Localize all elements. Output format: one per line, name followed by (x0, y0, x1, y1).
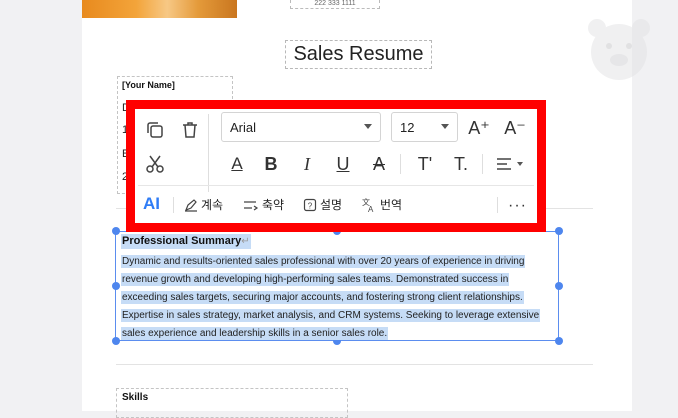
profile-photo[interactable] (82, 0, 237, 18)
svg-text:?: ? (308, 201, 313, 210)
resize-handle-right[interactable] (555, 282, 563, 290)
chevron-down-icon (364, 124, 372, 129)
cut-button[interactable] (143, 152, 167, 176)
font-family-select[interactable]: Arial (221, 112, 381, 142)
shorten-icon (244, 200, 259, 210)
mascot-watermark-icon (588, 19, 650, 80)
summary-heading[interactable]: Professional Summary↵ (121, 234, 251, 249)
toolbar-divider (482, 154, 483, 174)
toolbar-divider (497, 197, 498, 213)
copy-button[interactable] (143, 118, 167, 142)
trash-icon (183, 122, 197, 138)
phone-field[interactable]: 222 333 1111 (290, 0, 380, 9)
underline-icon: U (336, 153, 350, 174)
svg-text:A: A (368, 205, 374, 213)
italic-icon: I (304, 153, 310, 174)
resize-handle-top-left[interactable] (112, 227, 120, 235)
resize-handle-left[interactable] (112, 282, 120, 290)
summary-line[interactable]: sales experience and leadership skills i… (121, 327, 389, 340)
copy-icon (147, 122, 163, 138)
summary-heading-text: Professional Summary (122, 235, 242, 247)
underline-button[interactable]: U (331, 152, 355, 176)
toolbar-divider (173, 197, 174, 213)
toolbar-divider (208, 114, 209, 192)
text-color-button[interactable]: A (225, 152, 249, 176)
resume-title[interactable]: Sales Resume (285, 40, 432, 69)
font-family-value: Arial (230, 119, 257, 135)
section-divider (116, 364, 593, 365)
continue-label: 계속 (201, 198, 224, 212)
decrease-font-button[interactable]: A⁻ (503, 116, 527, 140)
workspace-left (0, 0, 82, 411)
more-options-button[interactable]: ··· (508, 197, 527, 215)
summary-line[interactable]: revenue growth and developing high-perfo… (121, 273, 510, 286)
shorten-button[interactable]: 축약 (243, 196, 284, 213)
font-decrease-icon: A⁻ (504, 117, 526, 138)
translate-icon: 文A (362, 197, 374, 213)
translate-button[interactable]: 文A 번역 (361, 196, 402, 213)
font-size-value: 12 (400, 119, 415, 135)
toolbar-divider (400, 154, 401, 174)
resize-handle-top-right[interactable] (555, 227, 563, 235)
align-left-icon (497, 158, 523, 170)
explain-label: 설명 (320, 198, 343, 212)
ai-button[interactable]: AI (143, 194, 160, 214)
chevron-down-icon (441, 124, 449, 129)
name-placeholder: [Your Name] (122, 80, 175, 90)
translate-label: 번역 (380, 198, 403, 212)
subscript-icon: T. (453, 153, 468, 174)
paragraph-mark: ↵ (241, 236, 250, 247)
summary-line[interactable]: Dynamic and results-oriented sales profe… (121, 255, 526, 268)
resize-handle-bottom-left[interactable] (112, 337, 120, 345)
explain-button[interactable]: ? 설명 (303, 196, 342, 213)
text-color-icon: A (231, 154, 243, 173)
toolbar-row-divider (138, 185, 534, 186)
superscript-icon: T' (417, 153, 433, 174)
font-increase-icon: A⁺ (468, 117, 490, 138)
skills-block[interactable]: Skills (116, 388, 348, 418)
bold-button[interactable]: B (259, 152, 283, 176)
superscript-button[interactable]: T' (413, 152, 437, 176)
strikethrough-button[interactable]: A (367, 152, 391, 176)
resize-handle-bottom-right[interactable] (555, 337, 563, 345)
bold-icon: B (264, 153, 278, 174)
subscript-button[interactable]: T. (449, 152, 473, 176)
summary-line[interactable]: Expertise in sales strategy, market anal… (121, 309, 541, 322)
delete-button[interactable] (178, 118, 202, 142)
summary-line[interactable]: exceeding sales targets, securing major … (121, 291, 524, 304)
pen-continue-icon (184, 198, 197, 212)
font-size-select[interactable]: 12 (391, 112, 458, 142)
continue-writing-button[interactable]: 계속 (184, 196, 223, 213)
shorten-label: 축약 (262, 198, 285, 212)
scissors-icon (146, 155, 164, 173)
align-dropdown-button[interactable] (493, 152, 527, 176)
increase-font-button[interactable]: A⁺ (467, 116, 491, 140)
skills-heading: Skills (122, 392, 149, 403)
explain-icon: ? (303, 198, 317, 211)
strikethrough-icon: A (372, 153, 385, 174)
italic-button[interactable]: I (295, 152, 319, 176)
